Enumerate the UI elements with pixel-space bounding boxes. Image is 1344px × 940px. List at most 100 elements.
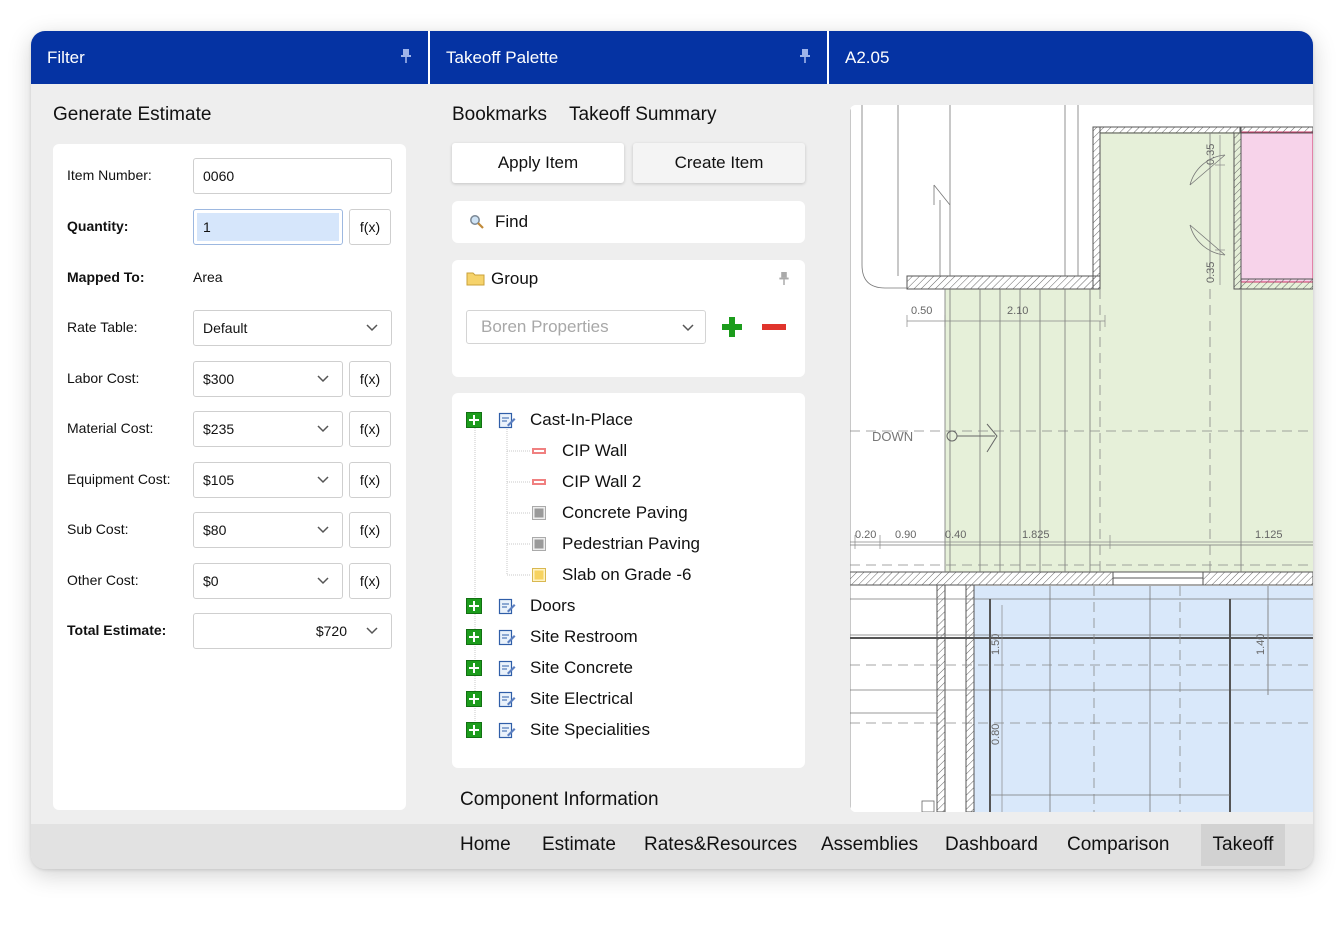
expand-icon[interactable] (466, 412, 482, 428)
sub-cost-select[interactable]: $80 (193, 512, 343, 548)
chevron-down-icon (317, 425, 329, 433)
quantity-label: Quantity: (67, 218, 129, 234)
filter-panel-title: Filter (47, 48, 85, 67)
equipment-cost-label: Equipment Cost: (67, 471, 171, 487)
labor-fx-button[interactable]: f(x) (349, 361, 391, 397)
tree-node-site-restroom[interactable]: Site Restroom (466, 625, 786, 649)
chevron-down-icon (366, 627, 378, 635)
pin-icon[interactable] (800, 49, 810, 63)
dimension-label: 1.825 (1022, 529, 1050, 541)
other-fx-button[interactable]: f(x) (349, 563, 391, 599)
generate-estimate-title: Generate Estimate (53, 104, 212, 125)
app-window: Filter Takeoff Palette A2.05 Generate Es… (31, 31, 1313, 869)
sheet-title: A2.05 (845, 48, 890, 67)
add-icon[interactable] (721, 316, 743, 338)
group-panel: Group Boren Properties (452, 260, 805, 377)
remove-icon[interactable] (762, 323, 786, 331)
area-icon (532, 568, 546, 582)
search-icon (470, 215, 484, 229)
nav-home[interactable]: Home (460, 824, 511, 866)
other-cost-label: Other Cost: (67, 572, 139, 588)
material-fx-button[interactable]: f(x) (349, 411, 391, 447)
tree-node-cast-in-place[interactable]: Cast-In-Place (466, 408, 786, 432)
equipment-cost-select[interactable]: $105 (193, 462, 343, 498)
material-cost-label: Material Cost: (67, 420, 154, 436)
group-select[interactable]: Boren Properties (466, 310, 706, 344)
folder-icon (466, 272, 485, 286)
dimension-label: 0.80 (990, 724, 1002, 745)
dimension-label: 0.35 (1205, 262, 1217, 283)
quantity-value: 1 (197, 213, 339, 241)
tree-node-site-concrete[interactable]: Site Concrete (466, 656, 786, 680)
sub-cost-value: $80 (203, 522, 227, 538)
tree-item-cip-wall[interactable]: CIP Wall (530, 439, 780, 463)
nav-dashboard[interactable]: Dashboard (945, 824, 1038, 866)
drawing-canvas[interactable]: 0.50 2.10 0.20 0.90 0.40 1.825 1.125 DOW… (850, 105, 1313, 812)
expand-icon[interactable] (466, 691, 482, 707)
component-information-title: Component Information (460, 789, 659, 810)
dimension-label: 0.50 (911, 305, 932, 317)
find-box[interactable]: Find (452, 201, 805, 243)
tree-label: Site Concrete (530, 658, 633, 677)
blue-takeoff-area[interactable] (974, 586, 1313, 812)
assembly-icon (498, 722, 516, 739)
expand-icon[interactable] (466, 722, 482, 738)
item-number-field[interactable]: 0060 (193, 158, 392, 194)
material-cost-select[interactable]: $235 (193, 411, 343, 447)
nav-takeoff[interactable]: Takeoff (1201, 824, 1285, 866)
quantity-fx-button[interactable]: f(x) (349, 209, 391, 245)
apply-item-button[interactable]: Apply Item (452, 143, 624, 183)
nav-assemblies[interactable]: Assemblies (821, 824, 918, 866)
chevron-down-icon (317, 526, 329, 534)
tree-item-slab-on-grade[interactable]: Slab on Grade -6 (530, 563, 780, 587)
floor-plan[interactable]: 0.50 2.10 0.20 0.90 0.40 1.825 1.125 DOW… (850, 105, 1313, 812)
tree-label: Cast-In-Place (530, 410, 633, 429)
chevron-down-icon (317, 476, 329, 484)
tree-label: Concrete Paving (562, 503, 688, 522)
dimension-label: 0.40 (945, 529, 966, 541)
labor-cost-value: $300 (203, 371, 235, 387)
create-item-button[interactable]: Create Item (633, 143, 805, 183)
tab-bookmarks[interactable]: Bookmarks (452, 104, 547, 126)
dimension-label: 2.10 (1007, 305, 1028, 317)
assembly-icon (498, 412, 516, 429)
nav-rates-resources[interactable]: Rates&Resources (644, 824, 797, 866)
pink-takeoff-area[interactable] (1240, 131, 1313, 283)
nav-comparison[interactable]: Comparison (1067, 824, 1169, 866)
tree-item-cip-wall-2[interactable]: CIP Wall 2 (530, 470, 780, 494)
tab-takeoff-summary[interactable]: Takeoff Summary (569, 104, 716, 126)
tree-item-pedestrian-paving[interactable]: Pedestrian Paving (530, 532, 780, 556)
equipment-fx-button[interactable]: f(x) (349, 462, 391, 498)
tree-item-concrete-paving[interactable]: Concrete Paving (530, 501, 780, 525)
chevron-down-icon (682, 324, 694, 332)
material-cost-value: $235 (203, 421, 235, 437)
sub-cost-label: Sub Cost: (67, 521, 129, 537)
rate-table-select[interactable]: Default (193, 310, 392, 346)
find-input: Find (495, 212, 529, 231)
labor-cost-select[interactable]: $300 (193, 361, 343, 397)
expand-icon[interactable] (466, 629, 482, 645)
chevron-down-icon (317, 577, 329, 585)
drawing-panel-header: A2.05 (829, 31, 1313, 84)
tree-node-site-electrical[interactable]: Site Electrical (466, 687, 786, 711)
tree-node-doors[interactable]: Doors (466, 594, 786, 618)
expand-icon[interactable] (466, 598, 482, 614)
sub-fx-button[interactable]: f(x) (349, 512, 391, 548)
filter-panel-header: Filter (31, 31, 428, 84)
area-icon (532, 506, 546, 520)
item-tree: Cast-In-Place CIP Wall CIP Wall 2 Concre… (452, 393, 805, 768)
nav-estimate[interactable]: Estimate (542, 824, 616, 866)
mapped-to-value: Area (193, 269, 223, 285)
pin-icon[interactable] (779, 272, 789, 285)
expand-icon[interactable] (466, 660, 482, 676)
down-label: DOWN (872, 429, 913, 444)
equipment-cost-value: $105 (203, 472, 235, 488)
total-estimate-label: Total Estimate: (67, 622, 167, 638)
assembly-icon (498, 598, 516, 615)
quantity-field[interactable]: 1 (193, 209, 343, 245)
other-cost-select[interactable]: $0 (193, 563, 343, 599)
total-estimate-select[interactable]: $720 (193, 613, 392, 649)
estimate-form: Item Number: 0060 Quantity: 1 f(x) Mappe… (53, 144, 406, 810)
pin-icon[interactable] (401, 49, 411, 63)
tree-node-site-specialities[interactable]: Site Specialities (466, 718, 786, 742)
